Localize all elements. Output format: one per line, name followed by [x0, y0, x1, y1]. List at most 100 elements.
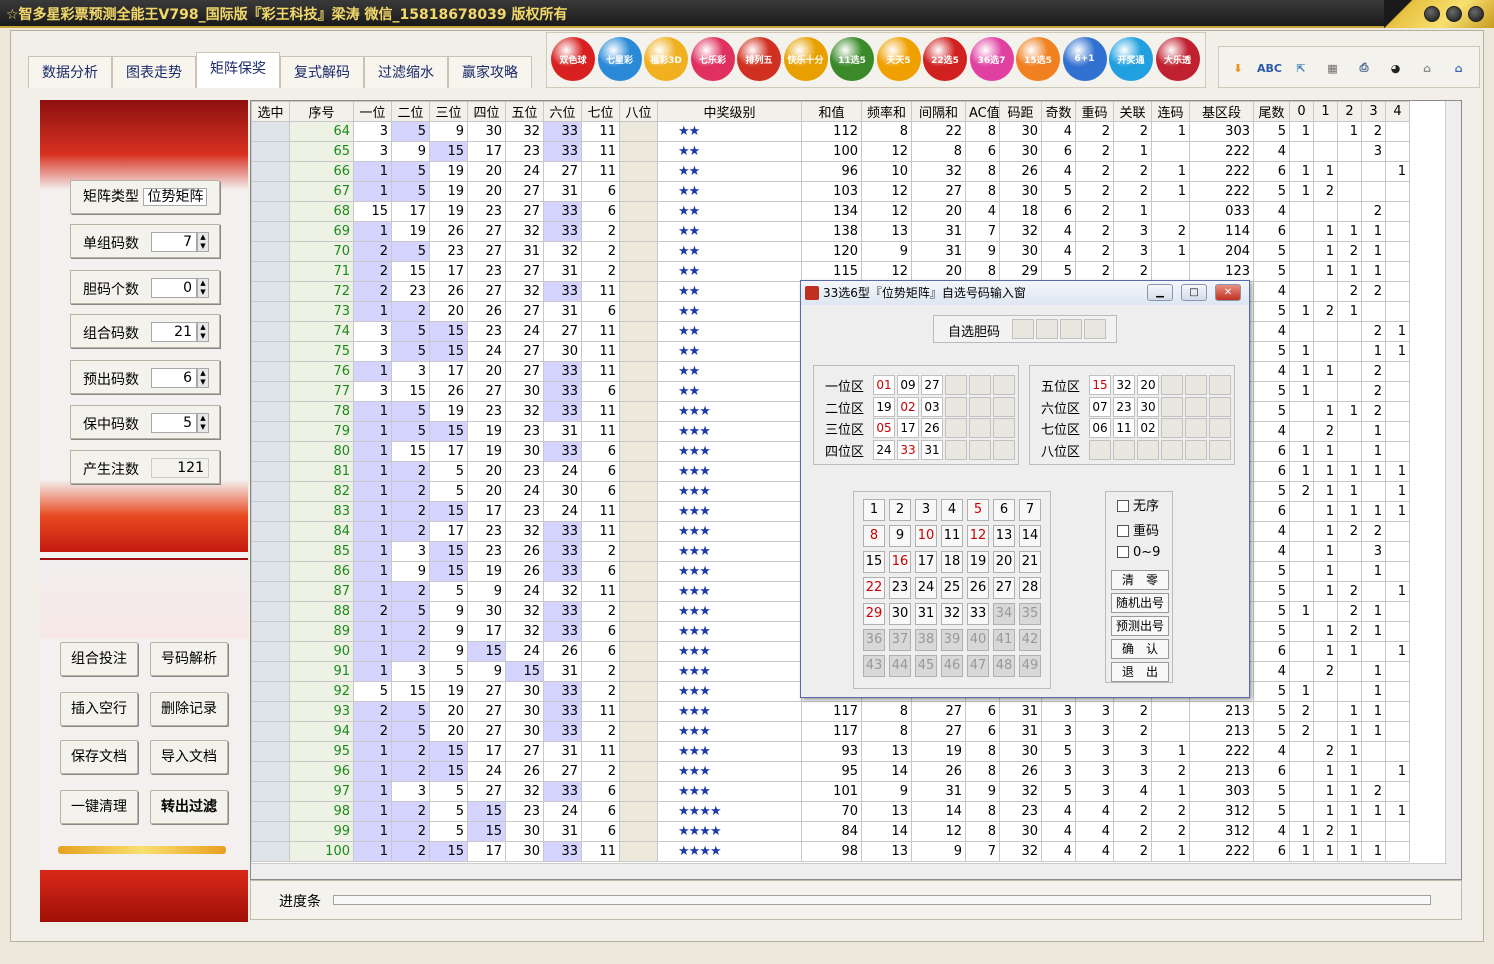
lottery-icon-8[interactable]: 天天5 — [876, 37, 921, 81]
number-button[interactable]: 43 — [863, 655, 885, 677]
left-button-4[interactable]: 删除记录 — [150, 692, 228, 726]
option-checkbox[interactable]: 0~9 — [1117, 545, 1160, 560]
row-select-cell[interactable] — [251, 701, 290, 722]
number-button[interactable]: 16 — [889, 551, 911, 573]
spinner-arrows-icon[interactable]: ▲ ▼ — [197, 232, 209, 252]
column-header[interactable]: 四位 — [467, 101, 506, 122]
dialog-button-5[interactable]: 退 出 — [1111, 662, 1169, 682]
zone-number-cell[interactable]: 07 — [1089, 396, 1111, 417]
zone-number-cell[interactable] — [1209, 439, 1231, 460]
number-button[interactable]: 5 — [967, 499, 989, 521]
zone-number-cell[interactable] — [1161, 396, 1183, 417]
number-button[interactable]: 47 — [967, 655, 989, 677]
number-button[interactable]: 39 — [941, 629, 963, 651]
column-header[interactable]: 奇数 — [1041, 101, 1076, 122]
zone-number-cell[interactable] — [1209, 375, 1231, 395]
spinner-arrows-icon[interactable]: ▲ ▼ — [197, 278, 209, 298]
dialog-minimize-button[interactable]: ▁ — [1147, 284, 1173, 301]
number-button[interactable]: 21 — [1019, 551, 1041, 573]
zone-number-cell[interactable] — [945, 418, 967, 438]
number-button[interactable]: 29 — [863, 603, 885, 625]
zone-number-cell[interactable] — [969, 439, 991, 460]
column-header[interactable]: 频率和 — [861, 101, 912, 122]
number-button[interactable]: 41 — [993, 629, 1015, 651]
column-header[interactable]: 连码 — [1151, 101, 1190, 122]
column-header[interactable]: 间隔和 — [911, 101, 966, 122]
tab-3[interactable]: 矩阵保奖 — [196, 52, 280, 88]
zone-number-cell[interactable] — [945, 439, 967, 460]
dialog-close-button[interactable]: ✕ — [1215, 284, 1241, 301]
dialog-maximize-button[interactable]: □ — [1181, 284, 1207, 301]
lottery-icon-7[interactable]: 11选5 — [830, 37, 874, 81]
number-button[interactable]: 30 — [889, 603, 911, 625]
zone-number-cell[interactable]: 23 — [1113, 396, 1135, 417]
row-select-cell[interactable] — [251, 601, 290, 622]
number-button[interactable]: 33 — [967, 603, 989, 625]
vertical-scrollbar[interactable] — [1445, 101, 1461, 879]
number-button[interactable]: 22 — [863, 577, 885, 599]
row-select-cell[interactable] — [251, 761, 290, 782]
lottery-icon-6[interactable]: 快乐十分 — [783, 37, 828, 81]
number-button[interactable]: 25 — [941, 577, 963, 599]
zone-number-cell[interactable]: 33 — [897, 439, 919, 460]
number-button[interactable]: 27 — [993, 577, 1015, 599]
minimize-button[interactable] — [1424, 6, 1440, 22]
zone-number-cell[interactable] — [1137, 439, 1159, 460]
row-select-cell[interactable] — [251, 741, 290, 762]
zone-number-cell[interactable]: 02 — [897, 396, 919, 417]
number-button[interactable]: 38 — [915, 629, 937, 651]
close-button[interactable] — [1468, 6, 1484, 22]
row-select-cell[interactable] — [251, 621, 290, 642]
number-button[interactable]: 1 — [863, 499, 885, 521]
row-select-cell[interactable] — [251, 381, 290, 402]
setting-value-input[interactable]: 0 — [151, 278, 197, 298]
column-header[interactable]: 二位 — [391, 101, 430, 122]
number-button[interactable]: 4 — [941, 499, 963, 521]
number-button[interactable]: 19 — [967, 551, 989, 573]
spinner-arrows-icon[interactable]: ▲ ▼ — [197, 368, 209, 388]
zone-number-cell[interactable]: 01 — [873, 375, 895, 395]
zone-number-cell[interactable] — [1089, 439, 1111, 460]
zone-number-cell[interactable] — [969, 396, 991, 417]
row-select-cell[interactable] — [251, 181, 290, 202]
table-row[interactable]: 68 15 17 19 23 27 33 6 ★★ 134 12 20 4 18 6 2 1 033 4 2 — [251, 201, 1410, 222]
qq-icon[interactable]: ◕ — [1383, 55, 1409, 81]
row-select-cell[interactable] — [251, 421, 290, 442]
row-select-cell[interactable] — [251, 121, 290, 142]
zone-number-cell[interactable] — [1209, 418, 1231, 438]
zone-number-cell[interactable] — [1161, 439, 1183, 460]
row-select-cell[interactable] — [251, 641, 290, 662]
zone-number-cell[interactable] — [945, 396, 967, 417]
row-select-cell[interactable] — [251, 521, 290, 542]
zone-number-cell[interactable] — [1185, 439, 1207, 460]
number-button[interactable]: 42 — [1019, 629, 1041, 651]
row-select-cell[interactable] — [251, 361, 290, 382]
number-button[interactable]: 10 — [915, 525, 937, 547]
dialog-button-1[interactable]: 清 零 — [1111, 570, 1169, 590]
number-button[interactable]: 31 — [915, 603, 937, 625]
zone-number-cell[interactable] — [993, 439, 1015, 460]
zone-number-cell[interactable]: 31 — [921, 439, 943, 460]
row-select-cell[interactable] — [251, 821, 290, 842]
lottery-icon-10[interactable]: 36选7 — [969, 37, 1014, 81]
table-row[interactable]: 67 1 5 19 20 27 31 6 ★★ 103 12 27 8 30 5 2 2 1 222 5 1 2 — [251, 181, 1410, 202]
dan-cell[interactable] — [1036, 319, 1058, 339]
row-select-cell[interactable] — [251, 781, 290, 802]
table-row[interactable]: 94 2 5 20 27 30 33 2 ★★★ 117 8 27 6 31 3 3 2 213 5 2 1 1 — [251, 721, 1410, 742]
row-select-cell[interactable] — [251, 221, 290, 242]
number-button[interactable]: 34 — [993, 603, 1015, 625]
setting-value-input[interactable]: 7 — [151, 232, 197, 252]
row-select-cell[interactable] — [251, 681, 290, 702]
zone-number-cell[interactable] — [993, 375, 1015, 395]
zone-number-cell[interactable]: 06 — [1089, 418, 1111, 438]
table-row[interactable]: 70 2 5 23 27 31 32 2 ★★ 120 9 31 9 30 4 2 3 1 204 5 1 2 1 — [251, 241, 1410, 262]
lottery-icon-11[interactable]: 15选5 — [1016, 37, 1060, 81]
column-header[interactable]: 一位 — [353, 101, 392, 122]
option-checkbox[interactable]: 无序 — [1117, 495, 1159, 514]
row-select-cell[interactable] — [251, 461, 290, 482]
number-button[interactable]: 28 — [1019, 577, 1041, 599]
dialog-button-3[interactable]: 预测出号 — [1111, 616, 1169, 636]
row-select-cell[interactable] — [251, 241, 290, 262]
row-select-cell[interactable] — [251, 661, 290, 682]
left-button-3[interactable]: 插入空行 — [60, 692, 138, 726]
